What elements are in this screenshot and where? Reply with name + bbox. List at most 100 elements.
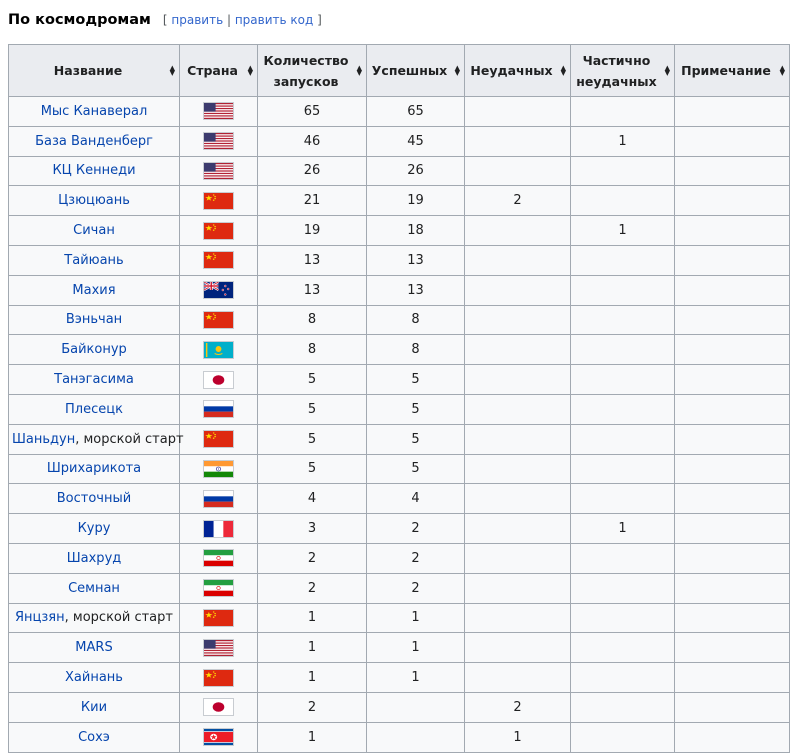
header-total-launches[interactable]: Количество запусков ▲ ▼	[257, 44, 367, 97]
successful-cell: 65	[366, 96, 465, 127]
header-failed[interactable]: Неудачных ▲ ▼	[464, 44, 571, 97]
spaceport-name-cell: Сохэ	[8, 721, 180, 753]
header-note[interactable]: Примечание ▲ ▼	[674, 44, 790, 97]
successful-cell: 8	[366, 304, 465, 336]
note-cell	[674, 155, 790, 187]
new-zealand-flag-icon[interactable]	[203, 281, 234, 300]
total-launches-cell: 8	[257, 334, 367, 366]
header-name[interactable]: Название ▲ ▼	[8, 44, 180, 97]
header-country[interactable]: Страна ▲ ▼	[179, 44, 258, 97]
india-flag-icon[interactable]	[203, 459, 234, 478]
sort-icon[interactable]: ▲ ▼	[455, 64, 460, 76]
note-cell	[674, 334, 790, 366]
china-flag-icon[interactable]	[203, 191, 234, 210]
china-flag-icon[interactable]	[203, 430, 234, 449]
note-cell	[674, 513, 790, 544]
total-launches-cell: 21	[257, 185, 367, 217]
usa-flag-icon[interactable]	[203, 132, 234, 151]
total-launches-cell: 46	[257, 125, 367, 157]
sort-icon[interactable]: ▲ ▼	[665, 64, 670, 76]
spaceport-link[interactable]: Махия	[72, 283, 115, 298]
partially-failed-cell	[570, 453, 675, 485]
successful-cell	[366, 721, 465, 753]
spaceport-link[interactable]: Мыс Канаверал	[41, 104, 148, 119]
note-cell	[674, 602, 790, 634]
spaceport-link[interactable]: Сичан	[73, 223, 115, 238]
country-cell	[179, 334, 258, 366]
failed-cell	[464, 393, 571, 425]
kazakhstan-flag-icon[interactable]	[203, 340, 234, 359]
header-row: Название ▲ ▼ Страна ▲ ▼ Количество запусков ▲ ▼ У…	[8, 44, 790, 97]
sort-icon[interactable]: ▲ ▼	[248, 64, 253, 76]
spaceport-link[interactable]: Шахруд	[67, 551, 122, 566]
spaceport-link[interactable]: Танэгасима	[54, 372, 134, 387]
spaceport-link[interactable]: Шрихарикота	[47, 461, 141, 476]
usa-flag-icon[interactable]	[203, 161, 234, 180]
china-flag-icon[interactable]	[203, 310, 234, 329]
iran-flag-icon[interactable]	[203, 549, 234, 568]
usa-flag-icon[interactable]	[203, 638, 234, 657]
russia-flag-icon[interactable]	[203, 489, 234, 508]
spaceport-link[interactable]: Янцзян	[15, 610, 65, 625]
spaceport-link[interactable]: Восточный	[57, 491, 131, 506]
spaceport-link[interactable]: Байконур	[61, 342, 127, 357]
china-flag-icon[interactable]	[203, 668, 234, 687]
failed-cell	[464, 602, 571, 634]
partially-failed-cell	[570, 364, 675, 395]
spaceport-link[interactable]: Сохэ	[78, 730, 110, 745]
sort-icon[interactable]: ▲ ▼	[357, 64, 362, 76]
total-launches-cell: 26	[257, 155, 367, 187]
spaceport-name-suffix: , морской старт	[75, 431, 184, 447]
spaceport-link[interactable]: База Ванденберг	[35, 134, 153, 149]
spaceport-link[interactable]: MARS	[75, 640, 112, 655]
spaceport-link[interactable]: Шаньдун	[12, 432, 75, 447]
spaceport-link[interactable]: Кии	[81, 700, 107, 715]
russia-flag-icon[interactable]	[203, 400, 234, 419]
header-label: Название	[53, 63, 123, 78]
china-flag-icon[interactable]	[203, 221, 234, 240]
sort-icon[interactable]: ▲ ▼	[780, 64, 785, 76]
france-flag-icon[interactable]	[203, 519, 234, 538]
north-korea-flag-icon[interactable]	[203, 728, 234, 747]
header-partially-failed[interactable]: Частично неудачных ▲ ▼	[570, 44, 675, 97]
spaceport-link[interactable]: Семнан	[68, 581, 120, 596]
table-row: Тайюань 13 13	[8, 244, 790, 276]
china-flag-icon[interactable]	[203, 251, 234, 270]
total-launches-cell: 13	[257, 244, 367, 276]
note-cell	[674, 96, 790, 127]
table-row: Вэньчан 8 8	[8, 304, 790, 336]
note-cell	[674, 364, 790, 395]
note-cell	[674, 393, 790, 425]
sort-icon[interactable]: ▲ ▼	[561, 64, 566, 76]
country-cell	[179, 215, 258, 246]
note-cell	[674, 125, 790, 157]
table-row: Сичан 19 18 1	[8, 215, 790, 246]
spaceport-link[interactable]: Хайнань	[65, 670, 123, 685]
edit-code-link[interactable]: править код	[235, 13, 313, 27]
china-flag-icon[interactable]	[203, 608, 234, 627]
japan-flag-icon[interactable]	[203, 698, 234, 717]
iran-flag-icon[interactable]	[203, 579, 234, 598]
edit-link[interactable]: править	[171, 13, 223, 27]
spaceport-link[interactable]: Плесецк	[65, 402, 123, 417]
spaceport-link[interactable]: Вэньчан	[66, 312, 122, 327]
total-launches-cell: 1	[257, 721, 367, 753]
table-row: Семнан 2 2	[8, 572, 790, 604]
spaceport-link[interactable]: Куру	[78, 521, 111, 536]
sort-icon[interactable]: ▲ ▼	[170, 64, 175, 76]
spaceport-link[interactable]: Цзюцюань	[58, 193, 130, 208]
header-successful[interactable]: Успешных ▲ ▼	[366, 44, 465, 97]
japan-flag-icon[interactable]	[203, 370, 234, 389]
note-cell	[674, 542, 790, 574]
partially-failed-cell	[570, 155, 675, 187]
failed-cell: 2	[464, 185, 571, 217]
successful-cell: 1	[366, 662, 465, 693]
failed-cell	[464, 244, 571, 276]
spaceport-link[interactable]: КЦ Кеннеди	[52, 163, 135, 178]
spaceport-link[interactable]: Тайюань	[64, 253, 123, 268]
partially-failed-cell	[570, 393, 675, 425]
failed-cell	[464, 155, 571, 187]
table-row: Цзюцюань 21 19 2	[8, 185, 790, 217]
usa-flag-icon[interactable]	[203, 102, 234, 121]
successful-cell: 1	[366, 602, 465, 634]
